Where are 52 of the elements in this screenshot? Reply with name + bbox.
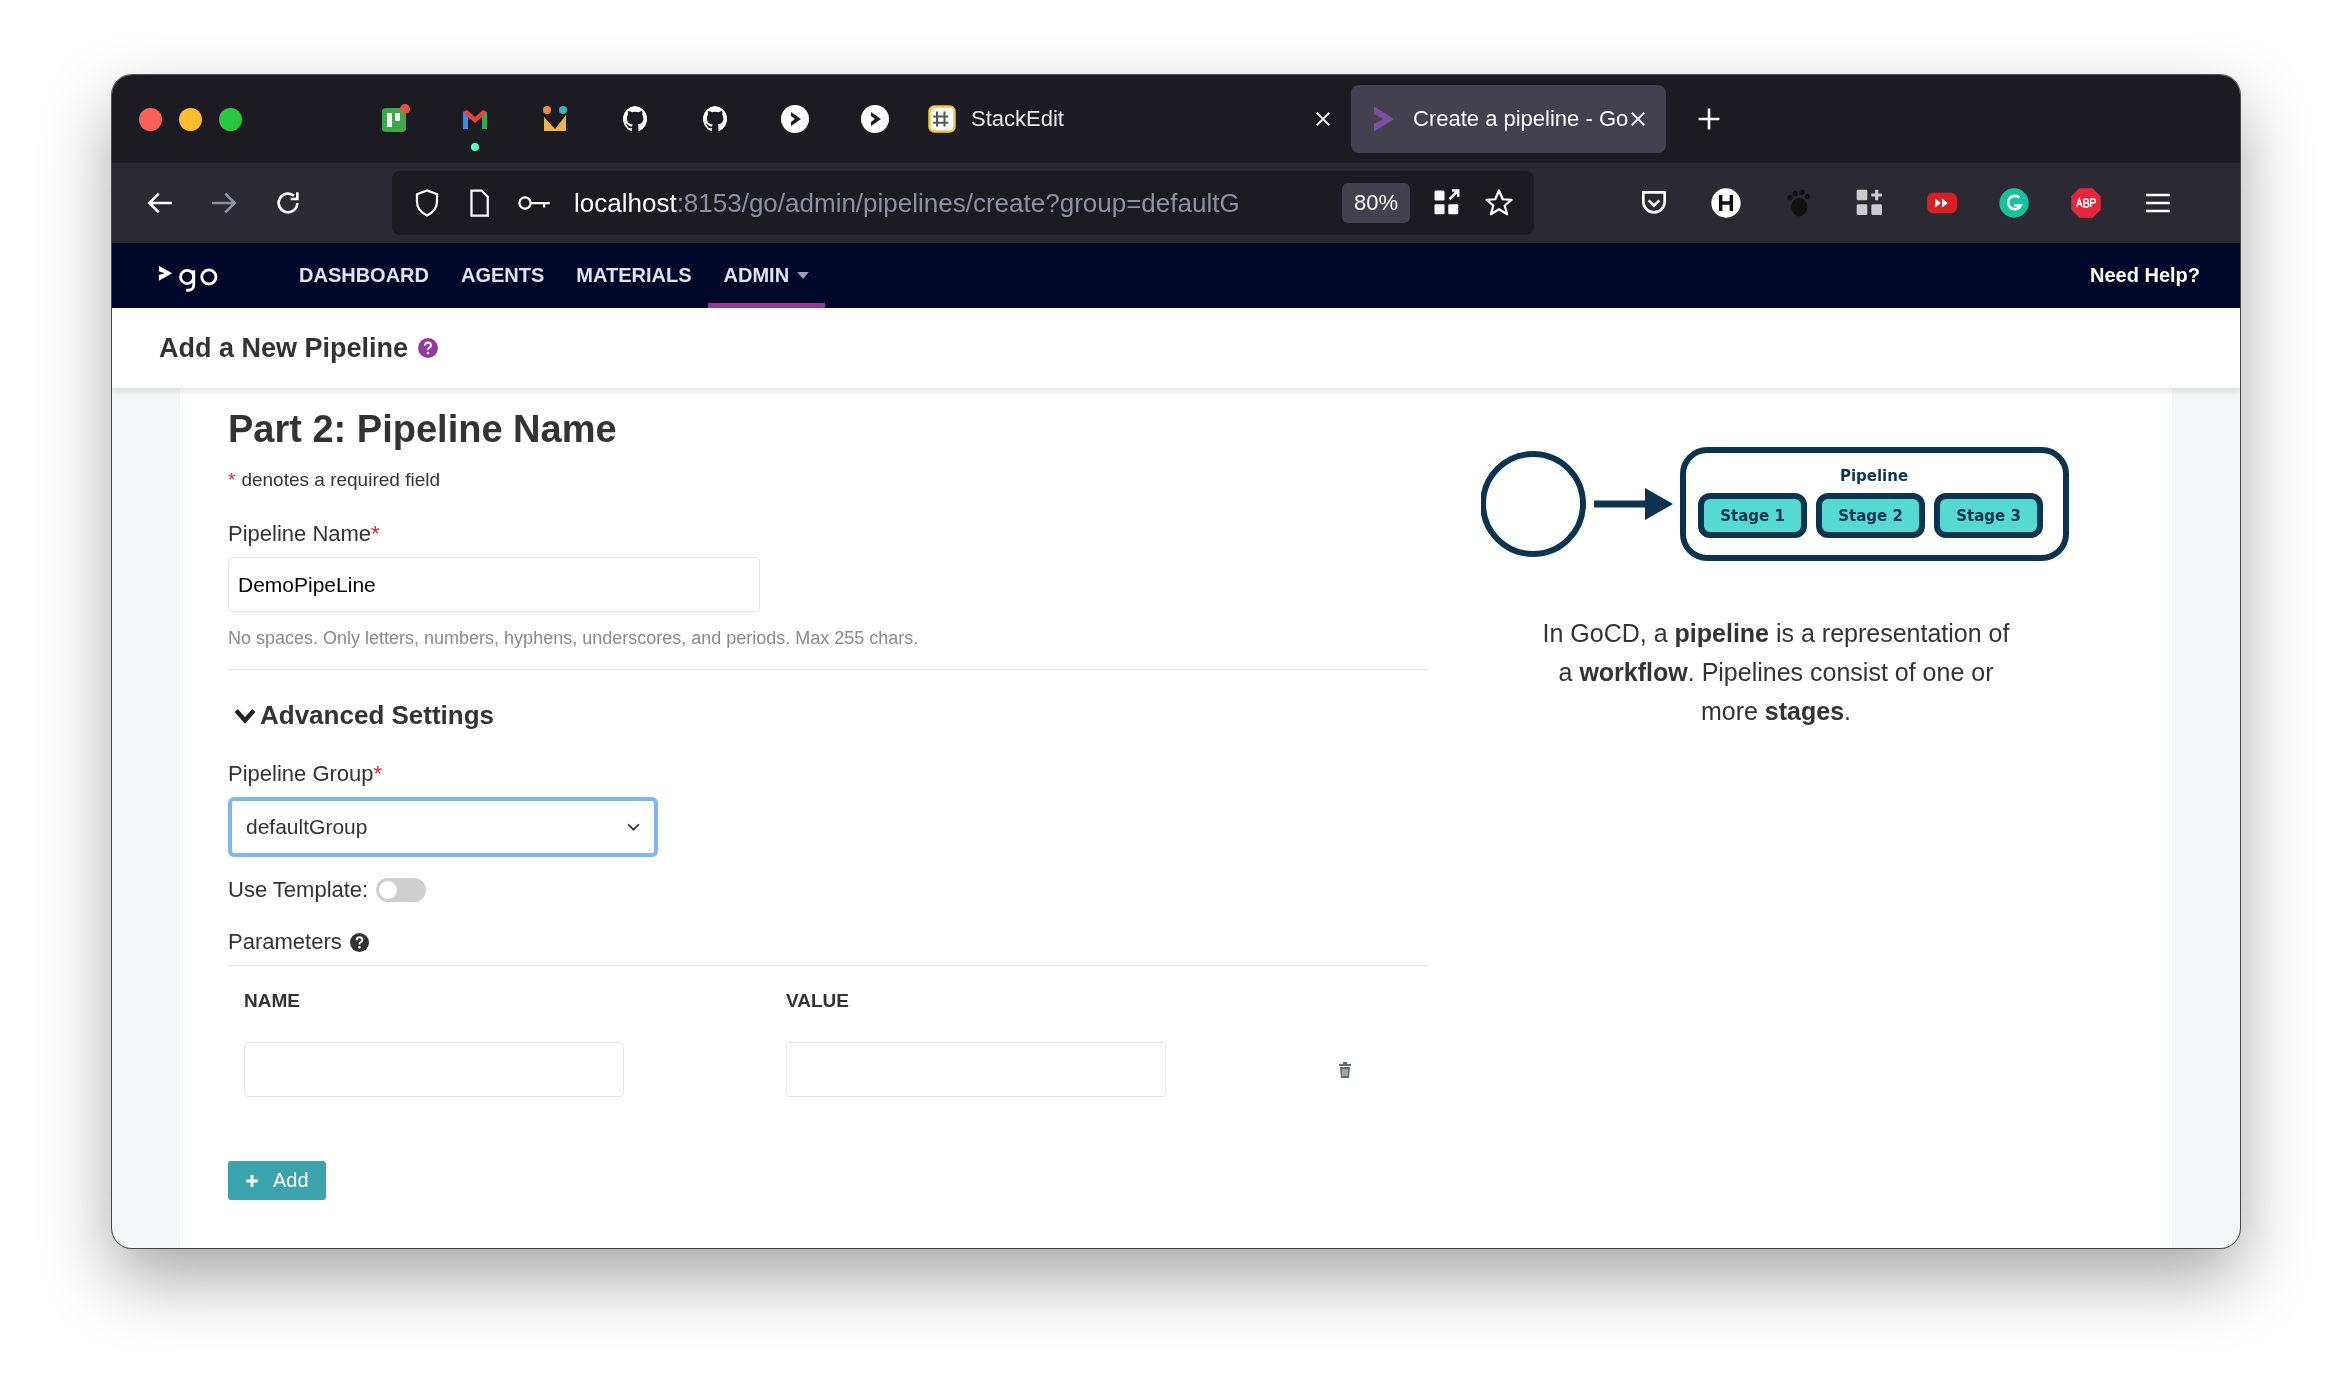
toggle-label: Use Template: (228, 877, 369, 903)
pipeline-label: Pipeline (1839, 467, 1909, 485)
help-icon[interactable] (349, 932, 369, 952)
notification-dot (471, 143, 479, 151)
parameter-name-field[interactable] (244, 1042, 624, 1097)
caret-icon (627, 822, 640, 832)
required-note: denotes a required field (241, 469, 440, 491)
nav-link[interactable]: AGENTS (445, 243, 561, 308)
nav-link[interactable]: DASHBOARD (283, 243, 445, 308)
board-icon[interactable] (379, 103, 411, 135)
minimize-icon[interactable] (179, 107, 202, 131)
pipeline-name-field[interactable]: DemoPipeLine (228, 557, 760, 612)
address-bar[interactable]: localhost:8153/go/admin/pipelines/create?group=defaultG 80% (392, 171, 1534, 235)
star-icon[interactable] (1484, 188, 1514, 218)
maximize-icon[interactable] (219, 107, 242, 131)
caret-icon (797, 272, 810, 279)
stage-box: Stage 2 (1816, 493, 1925, 538)
pipeline-group-dropdown[interactable]: defaultGroup (228, 797, 658, 857)
plus-icon (245, 1173, 259, 1188)
required-mark: * (373, 761, 383, 787)
hash-icon (927, 104, 957, 134)
stop-sign-icon[interactable] (2070, 187, 2102, 219)
browser-tab[interactable]: Create a pipeline - Go (1351, 85, 1667, 153)
section-toggle[interactable]: Advanced Settings (260, 700, 495, 731)
field-label: Pipeline Name (228, 521, 372, 547)
zoom-level[interactable]: 80% (1341, 183, 1410, 223)
play-icon[interactable] (779, 103, 811, 135)
column-header: NAME (244, 990, 301, 1012)
column-header: VALUE (786, 990, 850, 1012)
play-icon[interactable] (859, 103, 891, 135)
required-mark: * (228, 469, 236, 491)
required-mark: * (371, 521, 380, 547)
help-link[interactable]: Need Help? (2089, 264, 2200, 287)
trash-icon[interactable] (1338, 1061, 1352, 1078)
stage-box: Stage 3 (1934, 493, 2043, 538)
description-text: In GoCD, a pipeline is a representation of a workflow. Pipelines consist of one or more stages. (1541, 618, 2011, 727)
help-icon[interactable] (418, 338, 439, 358)
page-title: Add a New Pipeline (159, 332, 409, 364)
section-heading: Part 2: Pipeline Name (228, 408, 618, 451)
section-label: Parameters (228, 929, 342, 955)
field-hint: No spaces. Only letters, numbers, hyphens, underscores, and periods. Max 255 chars. (228, 628, 920, 649)
close-icon[interactable] (139, 107, 162, 131)
chevron-icon[interactable] (234, 707, 256, 724)
browser-tab[interactable]: StackEdit (909, 85, 1351, 153)
parameter-value-field[interactable] (786, 1042, 1166, 1097)
url-text[interactable]: localhost:8153/go/admin/pipelines/create?group=defaultG (574, 187, 1320, 219)
stage-box: Stage 1 (1698, 493, 1807, 538)
letter-circle-icon[interactable] (1710, 187, 1742, 219)
close-icon[interactable] (1313, 109, 1333, 129)
template-switch[interactable] (376, 878, 427, 902)
nav-link[interactable]: MATERIALS (560, 243, 708, 308)
field-label: Pipeline Group (228, 761, 374, 787)
